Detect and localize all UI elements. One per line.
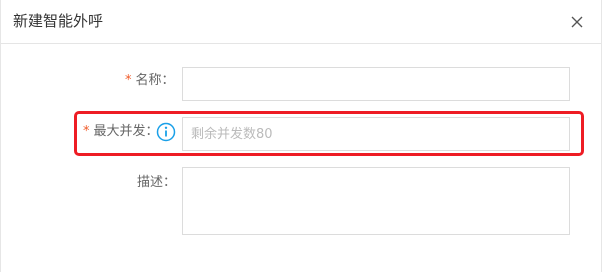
max-concurrency-label: 最大并发： bbox=[93, 124, 159, 139]
required-mark: * bbox=[125, 73, 132, 88]
description-label: 描述： bbox=[137, 175, 177, 190]
name-label: 名称： bbox=[135, 73, 175, 88]
description-label-group: 描述： bbox=[137, 174, 176, 192]
name-input[interactable] bbox=[182, 67, 570, 101]
new-smart-outbound-dialog: 新建智能外呼 *名称： *最大并发： 描述： bbox=[0, 0, 602, 272]
dialog-header: 新建智能外呼 bbox=[1, 0, 601, 44]
required-mark: * bbox=[83, 124, 90, 139]
name-label-group: * 名称： bbox=[125, 72, 175, 90]
max-concurrency-label-group: * 最大并发： bbox=[83, 123, 159, 141]
info-icon[interactable] bbox=[156, 122, 176, 142]
dialog-title: 新建智能外呼 bbox=[13, 12, 104, 30]
close-icon[interactable] bbox=[567, 12, 587, 32]
max-concurrency-input[interactable] bbox=[182, 117, 570, 151]
description-textarea[interactable] bbox=[182, 167, 570, 235]
